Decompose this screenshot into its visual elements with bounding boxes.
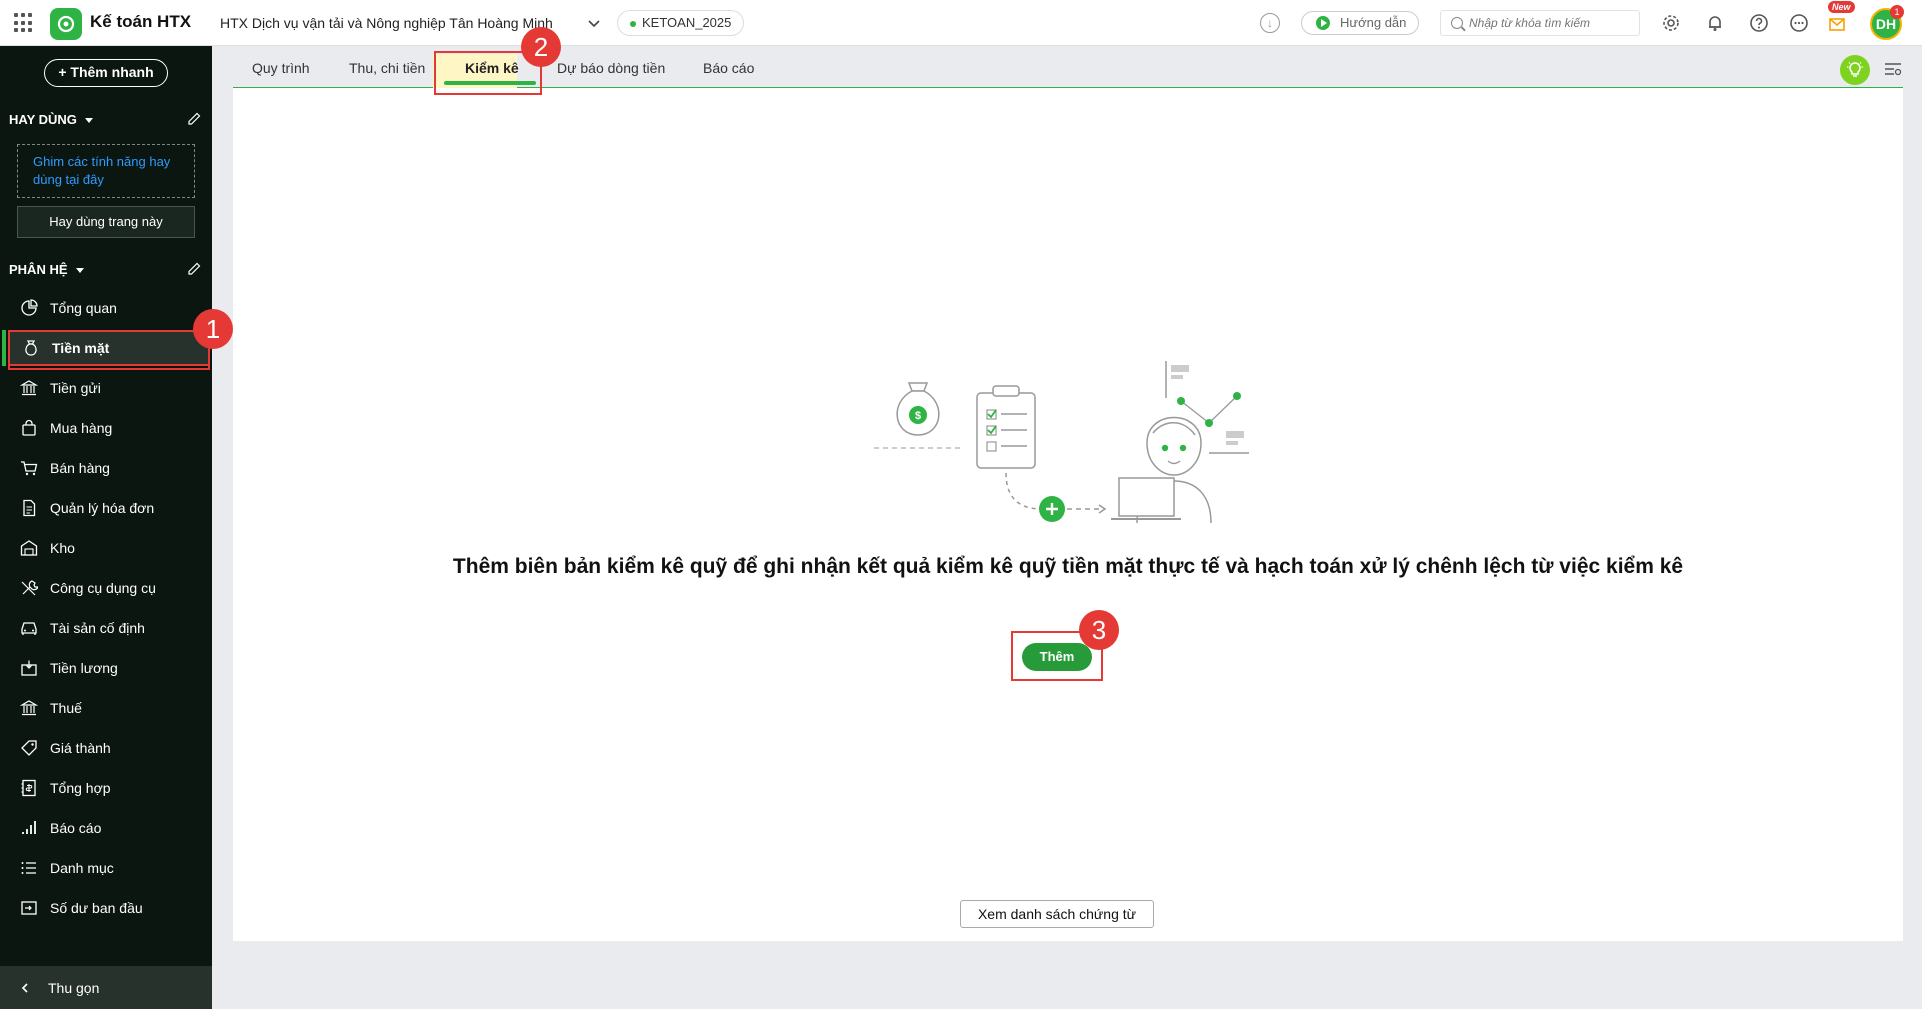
tab-receipts-payments[interactable]: Thu, chi tiền <box>349 60 425 76</box>
database-selector[interactable]: KETOAN_2025 <box>617 10 745 36</box>
car-icon <box>21 622 37 635</box>
bank-icon <box>20 380 38 396</box>
play-icon <box>1316 16 1330 30</box>
sidebar-item-purchasing[interactable]: Mua hàng <box>8 410 210 446</box>
quick-add-label: Thêm nhanh <box>70 64 154 80</box>
view-documents-list-button[interactable]: Xem danh sách chứng từ <box>960 900 1154 928</box>
price-tag-icon <box>21 740 37 756</box>
help-icon[interactable] <box>1748 12 1770 34</box>
apps-grid-icon[interactable] <box>14 13 34 33</box>
sidebar-item-opening-balance[interactable]: Số dư ban đầu <box>8 890 210 926</box>
sidebar-item-label: Mua hàng <box>50 420 113 436</box>
sidebar-item-label: Tiền gửi <box>50 380 101 396</box>
opening-balance-icon <box>21 901 37 915</box>
gift-mail-icon[interactable] <box>1826 12 1848 34</box>
sidebar: + Thêm nhanh HAY DÙNG Ghim các tính năng… <box>0 46 212 1009</box>
sidebar-item-warehouse[interactable]: Kho <box>8 530 210 566</box>
more-options-icon[interactable] <box>1788 12 1810 34</box>
sidebar-item-label: Tổng hợp <box>50 780 111 796</box>
chart-pie-icon <box>21 299 38 316</box>
sidebar-item-label: Thuế <box>50 700 82 716</box>
warehouse-icon <box>20 540 38 556</box>
ledger-icon <box>21 779 36 797</box>
pin-hint-box: Ghim các tính năng hay dùng tại đây <box>17 144 195 198</box>
bell-icon[interactable] <box>1704 12 1726 34</box>
sidebar-item-label: Số dư ban đầu <box>50 900 143 916</box>
sidebar-item-label: Kho <box>50 540 75 556</box>
caret-down-icon <box>84 118 93 124</box>
search-input[interactable] <box>1469 14 1634 32</box>
annotation-box-1 <box>8 330 210 370</box>
collapse-sidebar-button[interactable]: Thu gọn <box>0 966 212 1009</box>
annotation-number-2: 2 <box>521 27 561 67</box>
pencil-icon[interactable] <box>186 111 202 127</box>
chevron-left-icon <box>21 982 28 993</box>
sidebar-item-label: Danh mục <box>50 860 114 876</box>
sidebar-item-general-ledger[interactable]: Tổng hợp <box>8 770 210 806</box>
salary-icon <box>21 660 37 676</box>
sidebar-item-fixed-assets[interactable]: Tài sản cố định <box>8 610 210 646</box>
sidebar-item-invoice-management[interactable]: Quản lý hóa đơn <box>8 490 210 526</box>
sidebar-item-tools[interactable]: Công cụ dụng cụ <box>8 570 210 606</box>
sidebar-item-label: Bán hàng <box>50 460 110 476</box>
app-logo-icon[interactable] <box>50 8 82 40</box>
sidebar-item-cost-price[interactable]: Giá thành <box>8 730 210 766</box>
sidebar-item-label: Giá thành <box>50 740 111 756</box>
sidebar-item-catalog[interactable]: Danh mục <box>8 850 210 886</box>
sidebar-item-deposits[interactable]: Tiền gửi <box>8 370 210 406</box>
frequent-header-label: HAY DÙNG <box>9 112 77 127</box>
bar-chart-icon <box>22 821 36 834</box>
list-icon <box>21 862 36 874</box>
sidebar-item-label: Tổng quan <box>50 300 117 316</box>
chevron-down-icon[interactable] <box>587 16 601 30</box>
modules-section-header[interactable]: PHÂN HỆ <box>9 262 84 277</box>
sidebar-item-label: Công cụ dụng cụ <box>50 580 156 596</box>
main-content: $ Thêm biên bản kiểm kê quỹ để ghi nhận … <box>233 88 1903 941</box>
tab-process[interactable]: Quy trình <box>252 60 310 76</box>
notification-count-badge: 1 <box>1890 5 1904 19</box>
empty-state-message: Thêm biên bản kiểm kê quỹ để ghi nhận kế… <box>452 555 1684 578</box>
sidebar-item-payroll[interactable]: Tiền lương <box>8 650 210 686</box>
caret-down-icon <box>75 268 84 274</box>
inventory-check-illustration: $ <box>874 361 1249 523</box>
sidebar-item-tax[interactable]: Thuế <box>8 690 210 726</box>
guide-button[interactable]: Hướng dẫn <box>1301 11 1419 35</box>
sidebar-item-label: Tiền lương <box>50 660 118 676</box>
search-icon <box>1451 17 1463 29</box>
tab-reports[interactable]: Báo cáo <box>703 60 754 76</box>
frequent-page-button[interactable]: Hay dùng trang này <box>17 206 195 238</box>
tab-cash-flow-forecast[interactable]: Dự báo dòng tiền <box>557 60 665 76</box>
app-title: Kế toán HTX <box>90 12 192 31</box>
sidebar-item-reports[interactable]: Báo cáo <box>8 810 210 846</box>
modules-header-label: PHÂN HỆ <box>9 262 68 277</box>
guide-label: Hướng dẫn <box>1340 15 1407 30</box>
quick-add-button[interactable]: + Thêm nhanh <box>44 59 168 87</box>
svg-text:$: $ <box>915 410 921 422</box>
sidebar-item-overview[interactable]: Tổng quan <box>8 290 210 326</box>
sidebar-item-label: Báo cáo <box>50 820 102 836</box>
sidebar-item-label: Quản lý hóa đơn <box>50 500 155 516</box>
tools-icon <box>21 580 38 596</box>
view-settings-icon[interactable] <box>1884 61 1902 77</box>
gear-icon[interactable] <box>1660 12 1682 34</box>
frequent-section-header[interactable]: HAY DÙNG <box>9 112 93 127</box>
invoice-icon <box>23 499 36 517</box>
search-box[interactable] <box>1440 10 1640 36</box>
cart-icon <box>21 461 38 476</box>
tax-icon <box>20 700 38 716</box>
new-badge: New <box>1828 1 1855 13</box>
shopping-bag-icon <box>22 419 36 436</box>
organization-name[interactable]: HTX Dịch vụ vận tải và Nông nghiệp Tân H… <box>220 15 553 31</box>
download-icon[interactable]: ↓ <box>1260 13 1280 33</box>
sidebar-item-sales[interactable]: Bán hàng <box>8 450 210 486</box>
lightbulb-icon[interactable] <box>1840 55 1870 85</box>
top-bar: Kế toán HTX HTX Dịch vụ vận tải và Nông … <box>0 0 1922 46</box>
sidebar-item-label: Tài sản cố định <box>50 620 145 636</box>
annotation-number-1: 1 <box>193 309 233 349</box>
annotation-number-3: 3 <box>1079 610 1119 650</box>
collapse-label: Thu gọn <box>48 979 100 996</box>
pencil-icon[interactable] <box>186 261 202 277</box>
